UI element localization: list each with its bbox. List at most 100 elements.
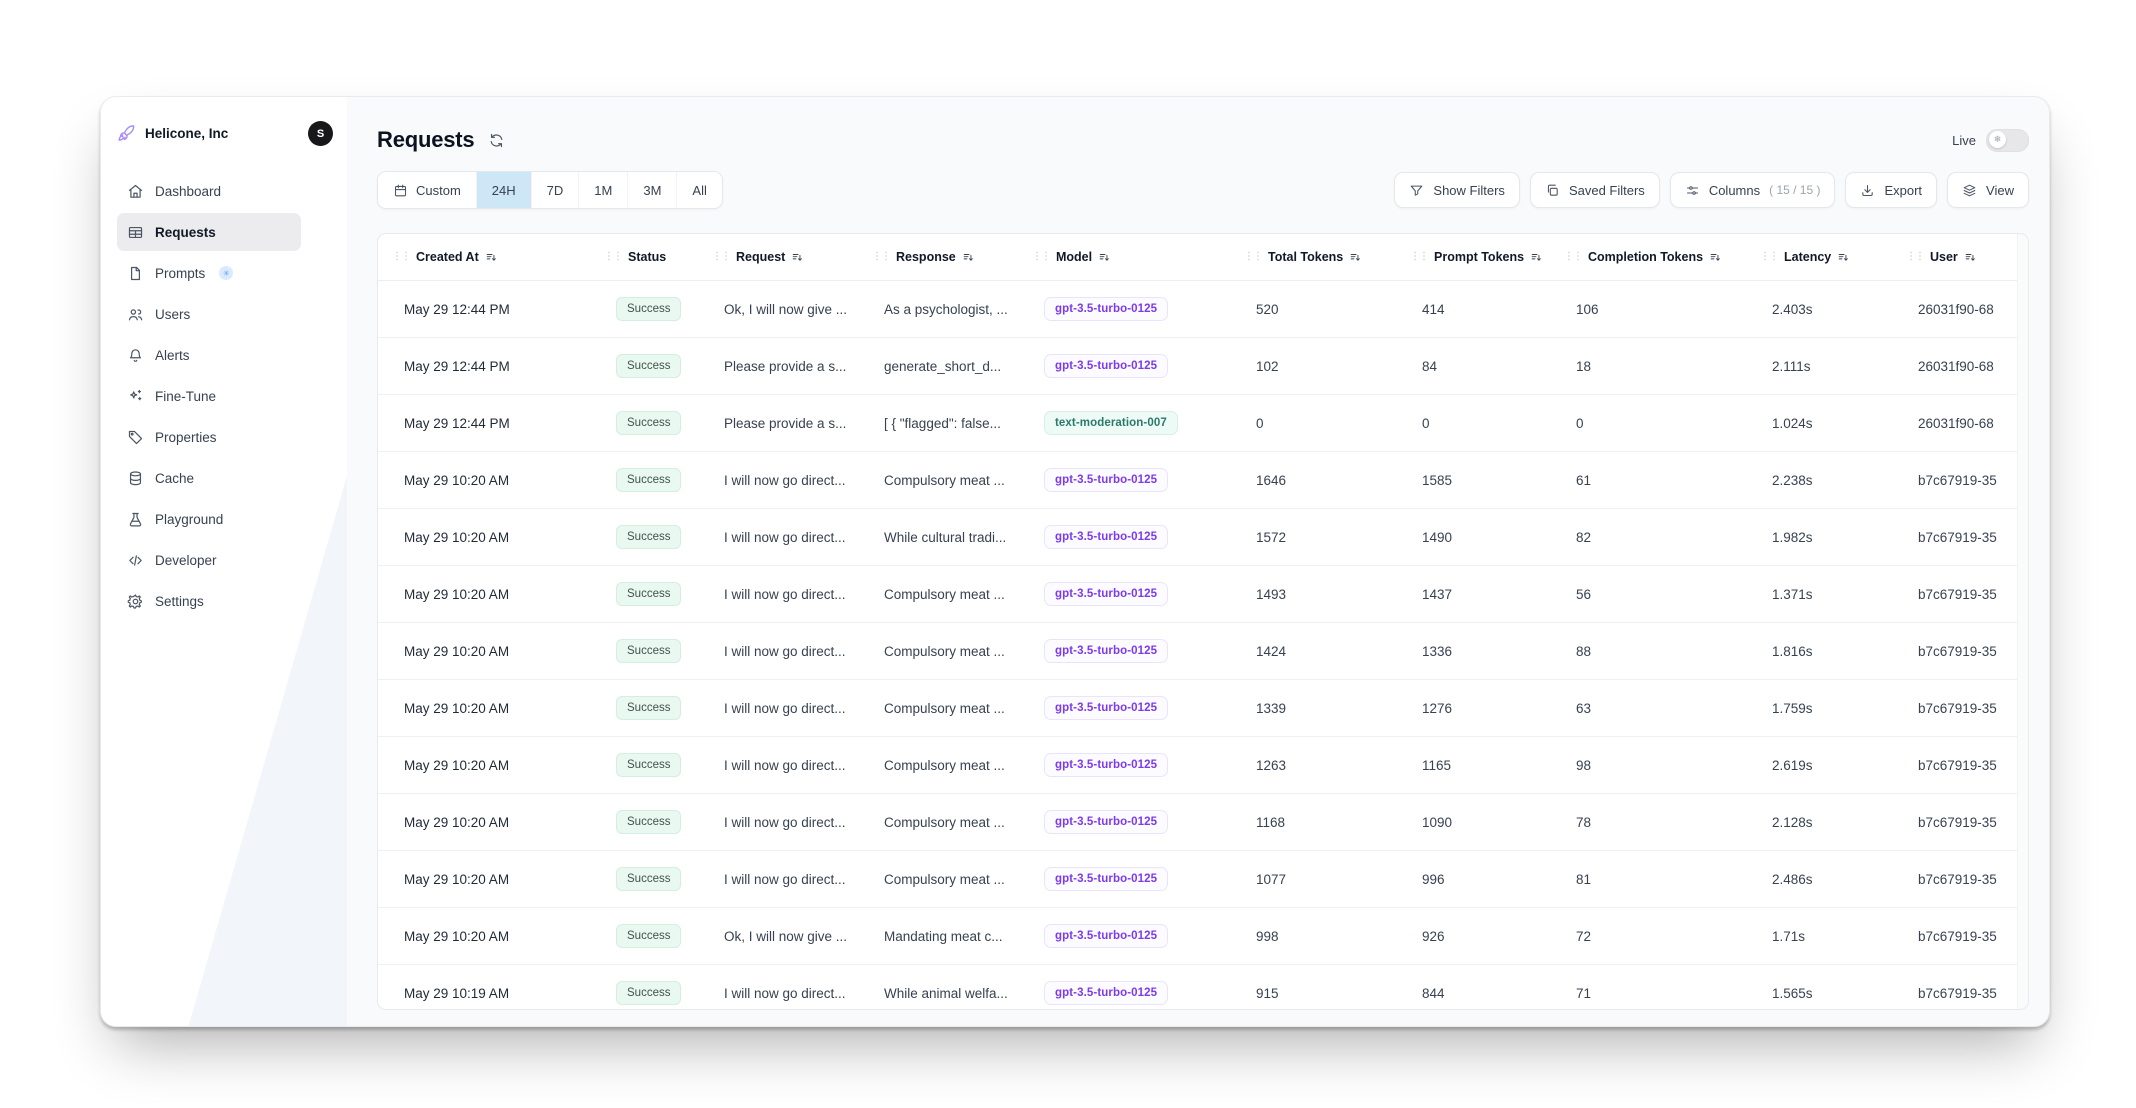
cell-response: Compulsory meat ... (858, 872, 1018, 887)
cell-completion-tokens: 106 (1550, 302, 1746, 317)
drag-handle-icon[interactable]: ⋮⋮ (1564, 252, 1582, 262)
model-badge: text-moderation-007 (1044, 411, 1178, 435)
sort-icon[interactable] (1837, 251, 1850, 264)
sort-icon[interactable] (962, 251, 975, 264)
drag-handle-icon[interactable]: ⋮⋮ (712, 252, 730, 262)
sort-icon[interactable] (1530, 251, 1543, 264)
table-row[interactable]: May 29 10:20 AMSuccessI will now go dire… (378, 794, 2028, 851)
cell-status: Success (590, 981, 698, 1005)
table-row[interactable]: May 29 10:19 AMSuccessI will now go dire… (378, 965, 2028, 1009)
cell-total-tokens: 1339 (1230, 701, 1396, 716)
drag-handle-icon[interactable]: ⋮⋮ (1410, 252, 1428, 262)
time-range-label: Custom (416, 183, 461, 198)
org-switcher[interactable]: Helicone, Inc S (117, 121, 333, 146)
column-label: Latency (1784, 250, 1831, 264)
view-button[interactable]: View (1947, 172, 2029, 208)
app-window: Helicone, Inc S Dashboard Requests Prompts… (100, 96, 2050, 1027)
time-range-3m[interactable]: 3M (627, 172, 676, 208)
column-header-completion-tokens[interactable]: ⋮⋮Completion Tokens (1550, 250, 1746, 264)
sidebar-item-label: Requests (155, 225, 216, 240)
column-header-created-at[interactable]: ⋮⋮Created At (378, 250, 590, 264)
drag-handle-icon[interactable]: ⋮⋮ (1244, 252, 1262, 262)
model-badge: gpt-3.5-turbo-0125 (1044, 639, 1168, 663)
table-header: ⋮⋮Created At⋮⋮Status⋮⋮Request⋮⋮Response⋮… (378, 234, 2028, 281)
sidebar-item-playground[interactable]: Playground (117, 500, 301, 538)
avatar[interactable]: S (308, 121, 333, 146)
cell-model: gpt-3.5-turbo-0125 (1018, 354, 1230, 378)
column-header-prompt-tokens[interactable]: ⋮⋮Prompt Tokens (1396, 250, 1550, 264)
sort-icon[interactable] (1709, 251, 1722, 264)
column-header-user[interactable]: ⋮⋮ User (1892, 250, 2028, 264)
column-label: User (1930, 250, 1958, 264)
table-row[interactable]: May 29 10:20 AMSuccessI will now go dire… (378, 452, 2028, 509)
column-header-model[interactable]: ⋮⋮Model (1018, 250, 1230, 264)
show-filters-button[interactable]: Show Filters (1394, 172, 1520, 208)
table-row[interactable]: May 29 10:20 AMSuccessI will now go dire… (378, 737, 2028, 794)
cell-request: Please provide a s... (698, 416, 858, 431)
sidebar-item-users[interactable]: Users (117, 295, 301, 333)
table-row[interactable]: May 29 10:20 AMSuccessI will now go dire… (378, 623, 2028, 680)
live-toggle[interactable]: ❄ (1986, 129, 2029, 152)
cell-model: gpt-3.5-turbo-0125 (1018, 753, 1230, 777)
sidebar-item-properties[interactable]: Properties (117, 418, 301, 456)
status-badge: Success (616, 411, 681, 435)
drag-handle-icon[interactable]: ⋮⋮ (1906, 252, 1924, 262)
sort-icon[interactable] (791, 251, 804, 264)
table-row[interactable]: May 29 12:44 PMSuccessOk, I will now giv… (378, 281, 2028, 338)
time-range-custom[interactable]: Custom (378, 172, 476, 208)
user-id: b7c67919-35 (1918, 473, 1997, 488)
sort-icon[interactable] (1349, 251, 1362, 264)
table-row[interactable]: May 29 10:20 AMSuccessI will now go dire… (378, 566, 2028, 623)
time-range-24h[interactable]: 24H (476, 172, 531, 208)
action-label: View (1986, 183, 2014, 198)
column-header-request[interactable]: ⋮⋮Request (698, 250, 858, 264)
sidebar-item-fine-tune[interactable]: Fine-Tune (117, 377, 301, 415)
drag-handle-icon[interactable]: ⋮⋮ (392, 252, 410, 262)
table-icon (127, 224, 144, 241)
column-label: Status (628, 250, 666, 264)
export-button[interactable]: Export (1845, 172, 1937, 208)
status-badge: Success (616, 525, 681, 549)
sidebar-item-label: Settings (155, 594, 204, 609)
column-header-total-tokens[interactable]: ⋮⋮Total Tokens (1230, 250, 1396, 264)
drag-handle-icon[interactable]: ⋮⋮ (604, 252, 622, 262)
main-content: Requests Live ❄ Custom24H7D1M3MAll Show … (347, 97, 2049, 1026)
cell-status: Success (590, 411, 698, 435)
cell-model: text-moderation-007 (1018, 411, 1230, 435)
time-range-all[interactable]: All (676, 172, 721, 208)
sidebar-item-alerts[interactable]: Alerts (117, 336, 301, 374)
column-header-status[interactable]: ⋮⋮ Status (590, 250, 698, 264)
sort-icon[interactable] (485, 251, 498, 264)
table-scrollbar[interactable] (2017, 234, 2028, 1009)
sidebar-item-settings[interactable]: Settings (117, 582, 301, 620)
table-row[interactable]: May 29 12:44 PMSuccessPlease provide a s… (378, 395, 2028, 452)
sidebar-item-cache[interactable]: Cache (117, 459, 301, 497)
status-badge: Success (616, 468, 681, 492)
drag-handle-icon[interactable]: ⋮⋮ (1032, 252, 1050, 262)
cell-user: b7c67919-35 (1892, 701, 2028, 716)
refresh-button[interactable] (488, 132, 505, 149)
table-row[interactable]: May 29 10:20 AMSuccessI will now go dire… (378, 680, 2028, 737)
sidebar-item-developer[interactable]: Developer (117, 541, 301, 579)
sidebar-item-requests[interactable]: Requests (117, 213, 301, 251)
sort-icon[interactable] (1964, 251, 1977, 264)
column-header-response[interactable]: ⋮⋮Response (858, 250, 1018, 264)
sidebar-item-dashboard[interactable]: Dashboard (117, 172, 301, 210)
drag-handle-icon[interactable]: ⋮⋮ (872, 252, 890, 262)
drag-handle-icon[interactable]: ⋮⋮ (1760, 252, 1778, 262)
table-row[interactable]: May 29 10:20 AMSuccessI will now go dire… (378, 509, 2028, 566)
saved-filters-button[interactable]: Saved Filters (1530, 172, 1660, 208)
status-badge: Success (616, 924, 681, 948)
time-range-7d[interactable]: 7D (531, 172, 579, 208)
requests-table: ⋮⋮Created At⋮⋮Status⋮⋮Request⋮⋮Response⋮… (377, 233, 2029, 1010)
table-row[interactable]: May 29 10:20 AMSuccessI will now go dire… (378, 851, 2028, 908)
table-row[interactable]: May 29 10:20 AMSuccessOk, I will now giv… (378, 908, 2028, 965)
time-range-1m[interactable]: 1M (578, 172, 627, 208)
sidebar-item-prompts[interactable]: Prompts✳ (117, 254, 301, 292)
columns-button[interactable]: Columns( 15 / 15 ) (1670, 172, 1836, 208)
column-header-latency[interactable]: ⋮⋮ Latency (1746, 250, 1892, 264)
sort-icon[interactable] (1098, 251, 1111, 264)
cell-request: Ok, I will now give ... (698, 929, 858, 944)
table-row[interactable]: May 29 12:44 PMSuccessPlease provide a s… (378, 338, 2028, 395)
sidebar-item-label: Users (155, 307, 190, 322)
